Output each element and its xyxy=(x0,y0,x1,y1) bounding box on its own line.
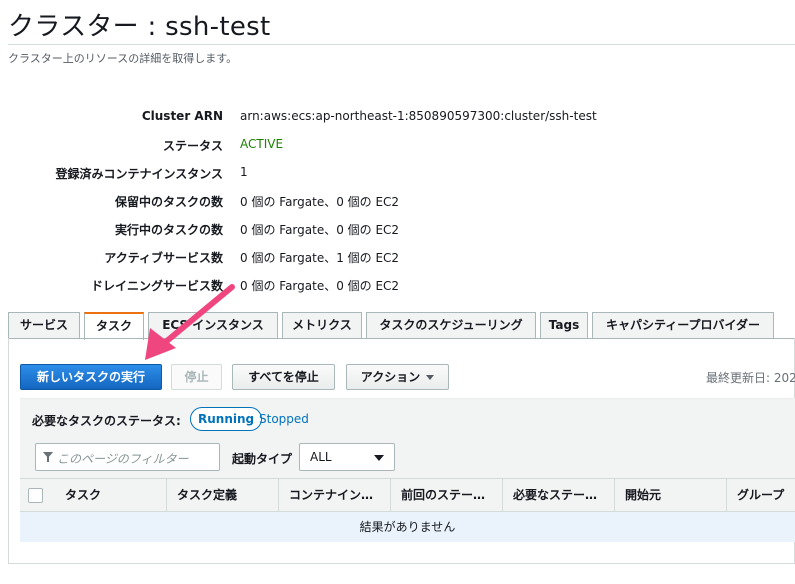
column-container-instance[interactable]: コンテナイン… xyxy=(278,479,390,511)
tab-services[interactable]: サービス xyxy=(8,312,80,339)
tab-task-scheduling[interactable]: タスクのスケジューリング xyxy=(366,312,536,339)
detail-row-running-tasks: 実行中のタスクの数 0 個の Fargate、0 個の EC2 xyxy=(0,221,795,241)
title-divider xyxy=(8,44,795,45)
detail-label: 保留中のタスクの数 xyxy=(114,195,223,209)
stopped-filter-link[interactable]: Stopped xyxy=(259,412,309,426)
detail-value: arn:aws:ecs:ap-northeast-1:850890597300:… xyxy=(240,109,597,123)
detail-row-container-instances: 登録済みコンテナインスタンス 1 xyxy=(0,165,795,185)
detail-label: Cluster ARN xyxy=(141,109,223,123)
launch-type-label: 起動タイプ xyxy=(232,452,293,466)
page-title: クラスター : ssh-test xyxy=(8,12,271,42)
status-filter-label: 必要なタスクのステータス: xyxy=(32,414,181,428)
status-filter-bar: 必要なタスクのステータス: Running Stopped xyxy=(20,398,795,438)
tab-metrics[interactable]: メトリクス xyxy=(282,312,362,339)
actions-button[interactable]: アクション xyxy=(346,364,449,390)
column-last-status[interactable]: 前回のステー… xyxy=(390,479,502,511)
tab-tasks[interactable]: タスク xyxy=(84,312,144,340)
column-group[interactable]: グループ xyxy=(726,479,795,511)
select-all-checkbox[interactable] xyxy=(28,488,43,503)
page-filter-input[interactable]: このページのフィルター xyxy=(35,443,220,471)
detail-label: ドレイニングサービス数 xyxy=(90,279,223,293)
last-updated-text: 最終更新日: 202 xyxy=(706,371,795,385)
tab-tags[interactable]: Tags xyxy=(540,312,588,339)
run-new-task-button[interactable]: 新しいタスクの実行 xyxy=(20,364,162,390)
detail-row-status: ステータス ACTIVE xyxy=(0,137,795,157)
status-value: ACTIVE xyxy=(240,137,284,151)
stop-button[interactable]: 停止 xyxy=(171,364,222,390)
chevron-down-icon xyxy=(426,375,435,380)
running-filter-pill[interactable]: Running xyxy=(190,407,263,431)
detail-label: アクティブサービス数 xyxy=(104,251,223,265)
detail-value: 0 個の Fargate、1 個の EC2 xyxy=(240,251,400,265)
filter-icon-stem xyxy=(47,457,49,462)
filter-placeholder: このページのフィルター xyxy=(57,452,189,466)
tasks-table-header: タスク タスク定義 コンテナイン… 前回のステー… 必要なステー… 開始元 グル… xyxy=(20,478,795,512)
detail-value: 0 個の Fargate、0 個の EC2 xyxy=(240,195,400,209)
detail-value: 0 個の Fargate、0 個の EC2 xyxy=(240,223,400,237)
detail-row-active-services: アクティブサービス数 0 個の Fargate、1 個の EC2 xyxy=(0,249,795,269)
column-task[interactable]: タスク xyxy=(55,479,163,511)
detail-label: ステータス xyxy=(162,139,223,153)
actions-label: アクション xyxy=(360,370,421,384)
detail-value: 0 個の Fargate、0 個の EC2 xyxy=(240,279,400,293)
tab-bar: サービス タスク ECS インスタンス メトリクス タスクのスケジューリング T… xyxy=(8,312,795,340)
launch-type-value: ALL xyxy=(310,450,332,464)
empty-results-row: 結果がありません xyxy=(20,512,795,542)
detail-label: 登録済みコンテナインスタンス xyxy=(55,167,223,181)
tab-capacity-providers[interactable]: キャパシティープロバイダー xyxy=(592,312,774,339)
column-started-by[interactable]: 開始元 xyxy=(614,479,726,511)
detail-row-draining-services: ドレイニングサービス数 0 個の Fargate、0 個の EC2 xyxy=(0,277,795,297)
column-task-definition[interactable]: タスク定義 xyxy=(166,479,278,511)
select-arrow-icon xyxy=(374,455,384,461)
column-desired-status[interactable]: 必要なステー… xyxy=(502,479,614,511)
launch-type-select[interactable]: ALL xyxy=(299,443,395,471)
detail-value: 1 xyxy=(240,165,248,179)
tab-ecs-instances[interactable]: ECS インスタンス xyxy=(148,312,278,339)
detail-row-arn: Cluster ARN arn:aws:ecs:ap-northeast-1:8… xyxy=(0,109,795,129)
page-description: クラスター上のリソースの詳細を取得します。 xyxy=(8,52,238,65)
filter-bar: このページのフィルター 起動タイプ ALL xyxy=(20,438,795,478)
detail-row-pending-tasks: 保留中のタスクの数 0 個の Fargate、0 個の EC2 xyxy=(0,193,795,213)
stop-all-button[interactable]: すべてを停止 xyxy=(232,364,335,390)
detail-label: 実行中のタスクの数 xyxy=(114,223,223,237)
